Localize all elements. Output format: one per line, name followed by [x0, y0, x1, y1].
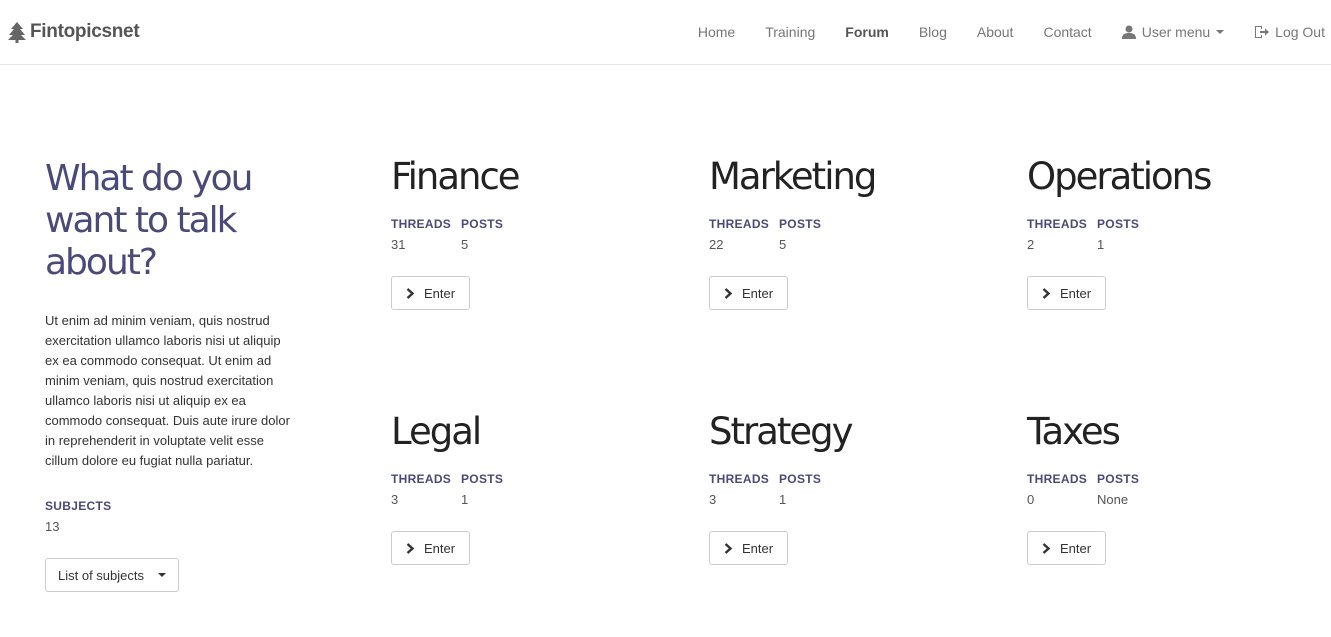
chevron-right-icon — [406, 542, 415, 554]
chevron-right-icon — [724, 542, 733, 554]
threads-label: THREADS — [1027, 472, 1088, 486]
user-icon — [1121, 25, 1136, 39]
user-menu-toggle[interactable]: User menu — [1121, 24, 1225, 40]
threads-label: THREADS — [391, 472, 452, 486]
enter-button[interactable]: Enter — [709, 531, 789, 565]
log-out-icon — [1255, 26, 1270, 38]
posts-label: POSTS — [1097, 472, 1140, 486]
enter-button[interactable]: Enter — [709, 276, 789, 310]
threads-count: 3 — [709, 492, 717, 507]
page-title: What do you want to talk about? — [45, 158, 254, 283]
brand-name: Fintopicsnet — [30, 21, 140, 42]
caret-down-icon — [1216, 30, 1225, 34]
category-card-legal: Legal THREADS 3 POSTS 1 Enter — [391, 412, 651, 565]
posts-count: 5 — [779, 237, 787, 252]
posts-label: POSTS — [1097, 217, 1140, 231]
enter-label: Enter — [424, 540, 456, 556]
threads-count: 22 — [709, 237, 724, 252]
subjects-label: SUBJECTS — [45, 499, 112, 513]
threads-count: 31 — [391, 237, 406, 252]
chevron-right-icon — [1042, 287, 1051, 299]
intro-panel: What do you want to talk about? Ut enim … — [45, 158, 290, 592]
nav-home[interactable]: Home — [698, 24, 735, 40]
threads-label: THREADS — [1027, 217, 1088, 231]
category-title: Strategy — [709, 410, 854, 453]
chevron-right-icon — [724, 287, 733, 299]
tree-icon — [8, 22, 26, 43]
posts-count: 1 — [1097, 237, 1105, 252]
brand-link[interactable]: Fintopicsnet — [8, 21, 140, 43]
category-title: Taxes — [1027, 410, 1121, 453]
enter-label: Enter — [424, 285, 456, 301]
logout-label: Log Out — [1275, 24, 1325, 40]
category-card-marketing: Marketing THREADS 22 POSTS 5 Enter — [709, 157, 969, 310]
posts-count: 1 — [461, 492, 469, 507]
posts-count: 5 — [461, 237, 469, 252]
threads-label: THREADS — [391, 217, 452, 231]
category-title: Operations — [1027, 155, 1212, 198]
nav-blog[interactable]: Blog — [919, 24, 947, 40]
nav-forum[interactable]: Forum — [845, 24, 889, 40]
category-title: Marketing — [709, 155, 877, 198]
category-card-taxes: Taxes THREADS 0 POSTS None Enter — [1027, 412, 1287, 565]
enter-label: Enter — [742, 285, 774, 301]
category-title: Legal — [391, 410, 482, 453]
chevron-right-icon — [1042, 542, 1051, 554]
threads-label: THREADS — [709, 472, 770, 486]
category-card-finance: Finance THREADS 31 POSTS 5 Enter — [391, 157, 651, 310]
posts-count: None — [1097, 492, 1129, 507]
posts-label: POSTS — [779, 217, 822, 231]
category-card-strategy: Strategy THREADS 3 POSTS 1 Enter — [709, 412, 969, 565]
enter-label: Enter — [1060, 540, 1092, 556]
enter-button[interactable]: Enter — [1027, 531, 1107, 565]
intro-text: Ut enim ad minim veniam, quis nostrud ex… — [45, 313, 290, 468]
threads-count: 3 — [391, 492, 399, 507]
list-of-subjects-dropdown[interactable]: List of subjects — [45, 558, 179, 592]
chevron-right-icon — [406, 287, 415, 299]
caret-down-icon — [158, 573, 166, 577]
threads-count: 2 — [1027, 237, 1035, 252]
subjects-count: 13 — [45, 519, 60, 534]
posts-label: POSTS — [461, 217, 504, 231]
posts-label: POSTS — [779, 472, 822, 486]
nav-contact[interactable]: Contact — [1043, 24, 1091, 40]
threads-label: THREADS — [709, 217, 770, 231]
enter-button[interactable]: Enter — [391, 276, 471, 310]
threads-count: 0 — [1027, 492, 1035, 507]
dropdown-label: List of subjects — [58, 567, 144, 583]
posts-count: 1 — [779, 492, 787, 507]
nav-about[interactable]: About — [977, 24, 1014, 40]
category-card-operations: Operations THREADS 2 POSTS 1 Enter — [1027, 157, 1287, 310]
category-title: Finance — [391, 155, 521, 198]
main-nav: Home Training Forum Blog About Contact U… — [668, 0, 1331, 64]
enter-label: Enter — [742, 540, 774, 556]
nav-training[interactable]: Training — [765, 24, 815, 40]
navbar: Fintopicsnet Home Training Forum Blog Ab… — [0, 0, 1331, 65]
enter-button[interactable]: Enter — [1027, 276, 1107, 310]
nav-logout[interactable]: Log Out — [1254, 24, 1325, 40]
posts-label: POSTS — [461, 472, 504, 486]
enter-label: Enter — [1060, 285, 1092, 301]
user-menu-label: User menu — [1141, 24, 1211, 40]
enter-button[interactable]: Enter — [391, 531, 471, 565]
